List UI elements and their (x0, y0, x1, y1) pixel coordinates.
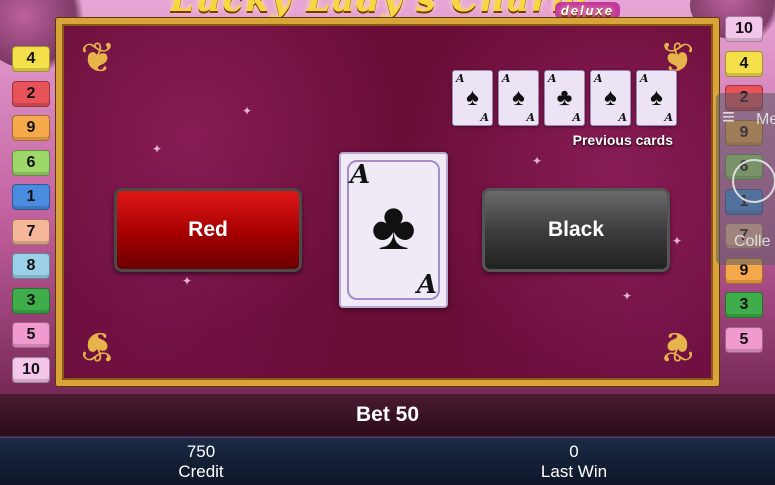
black-button-label: Black (547, 218, 605, 241)
previous-card: A ♣ A (544, 70, 585, 126)
credit-label: Credit (178, 462, 224, 481)
previous-card: A ♠ A (636, 70, 677, 126)
previous-card-rank: A (664, 111, 673, 124)
bet-bar[interactable]: Bet 50 (0, 394, 775, 436)
spade-icon: ♠ (604, 84, 617, 111)
payline-tag: 1 (12, 184, 50, 210)
spade-icon: ♠ (512, 84, 525, 111)
side-panel: ≡ Me Colle (716, 93, 775, 265)
logo-title: Lucky Lady's Charm (170, 0, 589, 18)
payline-tag: 5 (12, 322, 50, 348)
last-win-value: 0 (569, 442, 579, 461)
payline-tag: 3 (12, 287, 50, 314)
previous-card-rank: A (618, 111, 627, 124)
logo-subtitle: deluxe (554, 2, 620, 18)
hamburger-icon: ≡ (722, 104, 735, 129)
menu-button[interactable]: ≡ Me (718, 99, 775, 139)
sparkle-icon: ✦ (152, 142, 163, 156)
club-icon: ♣ (371, 188, 416, 264)
payline-tag: 10 (12, 356, 50, 383)
game-logo: Lucky Lady's Charm deluxe (170, 0, 650, 18)
spade-icon: ♠ (650, 84, 663, 111)
previous-card: A ♠ A (498, 70, 539, 126)
current-card: A ♣ A (339, 152, 448, 308)
payline-tag: 7 (12, 218, 50, 245)
payline-tag: 4 (725, 50, 763, 77)
sparkle-icon: ✦ (622, 289, 633, 303)
gamble-panel: ❦ ❦ ❦ ❦ ✦ ✦ ✦ ✦ ✦ ✦ A ♠ A A ♠ A A ♣ A A ♠ A A ♠ A Prev… (56, 18, 719, 386)
menu-label: Me (756, 111, 775, 128)
payline-tag: 9 (12, 115, 50, 141)
payline-tag: 8 (12, 253, 50, 279)
credit-value: 750 (186, 442, 216, 461)
payline-tag: 10 (725, 16, 763, 42)
payline-tag: 2 (12, 80, 50, 107)
red-button-label: Red (188, 218, 228, 241)
black-button[interactable]: Black (482, 188, 670, 272)
previous-card-rank: A (480, 111, 489, 124)
previous-card-rank: A (572, 111, 581, 124)
sparkle-icon: ✦ (182, 274, 193, 288)
payline-tag: 5 (725, 326, 763, 353)
sparkle-icon: ✦ (532, 154, 543, 168)
previous-cards-label: Previous cards (572, 132, 673, 148)
sparkle-icon: ✦ (242, 104, 253, 118)
left-payline-column: 4 2 9 6 1 7 8 3 5 10 (12, 46, 52, 391)
previous-card: A ♠ A (452, 70, 493, 126)
sparkle-icon: ✦ (672, 234, 683, 248)
ornament-icon: ❦ (659, 323, 695, 370)
payline-tag: 4 (12, 46, 50, 72)
last-win-label: Last Win (540, 462, 608, 481)
ornament-icon: ❦ (80, 34, 116, 81)
spade-icon: ♠ (466, 84, 479, 111)
previous-cards: A ♠ A A ♠ A A ♣ A A ♠ A A ♠ A (452, 70, 677, 126)
red-button[interactable]: Red (114, 188, 302, 272)
last-win-display: 0 Last Win (474, 442, 674, 482)
collect-button[interactable]: Colle (718, 153, 775, 261)
previous-card-rank: A (526, 111, 535, 124)
bet-label: Bet 50 (355, 403, 420, 426)
card-rank-bottom: A (416, 270, 437, 300)
status-bar: 750 Credit 0 Last Win (0, 437, 775, 485)
payline-tag: 6 (12, 149, 50, 176)
payline-tag: 3 (725, 292, 763, 318)
credit-display: 750 Credit (101, 442, 301, 482)
ornament-icon: ❦ (80, 323, 116, 370)
club-icon: ♣ (556, 84, 573, 111)
previous-card: A ♠ A (590, 70, 631, 126)
collect-icon (732, 159, 775, 203)
collect-label: Colle (734, 233, 771, 250)
